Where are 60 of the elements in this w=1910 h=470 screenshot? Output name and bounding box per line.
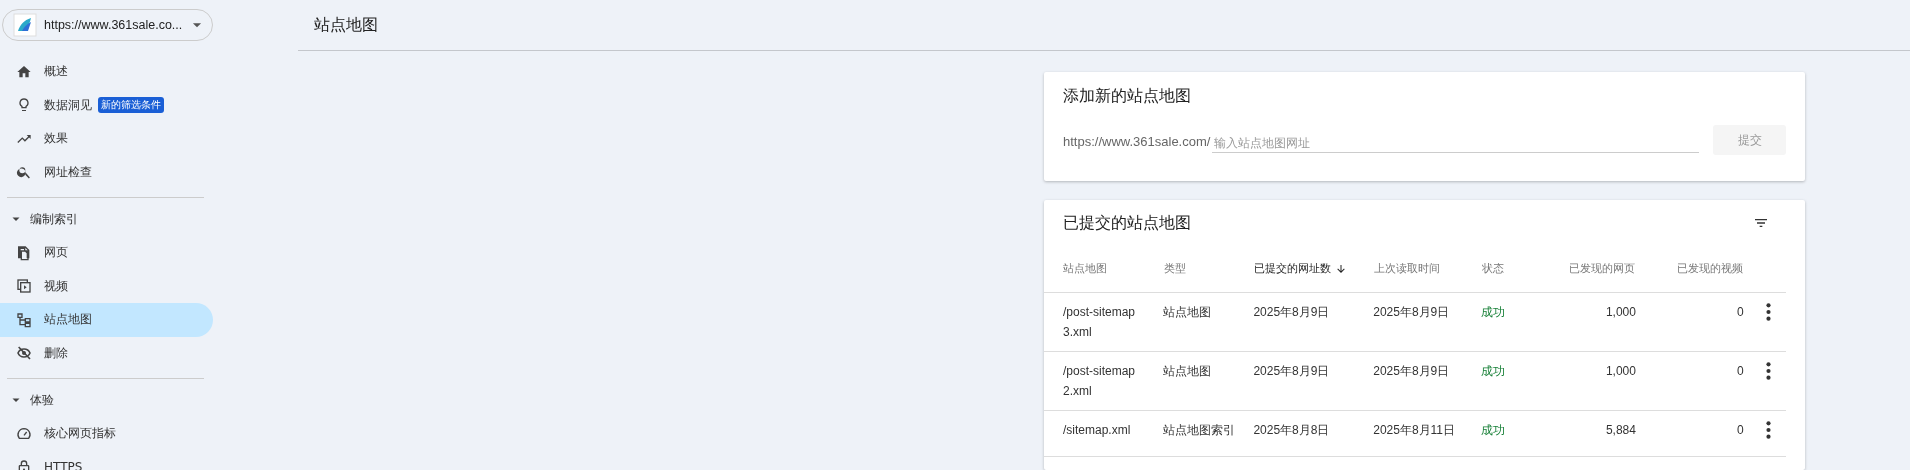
more-vert-icon [1765, 362, 1771, 380]
nav-section-header[interactable]: 编制索引 [0, 202, 213, 236]
url-prefix: https://www.361sale.com/ [1063, 134, 1211, 151]
sitemap-link[interactable]: /post-sitemap2.xml [1044, 351, 1163, 411]
nav-item[interactable]: 视频 [0, 269, 213, 303]
logo-icon [13, 13, 37, 37]
sitemap-icon [16, 311, 32, 328]
new-badge: 新的筛选条件 [98, 97, 164, 114]
table-cell: 成功 [1480, 292, 1544, 352]
nav-item[interactable]: 效果 [0, 122, 213, 156]
nav-item[interactable]: 站点地图 [0, 303, 213, 337]
table-cell: 2025年8月11日 [1373, 410, 1481, 457]
table-cell: 站点地图 [1162, 351, 1254, 411]
lightbulb-icon [16, 97, 32, 114]
table-cell: 1,000 [1543, 351, 1636, 411]
nav-item[interactable]: 网页 [0, 236, 213, 270]
table-cell: 站点地图 [1162, 292, 1254, 352]
column-header[interactable]: 已提交的网址数 [1253, 244, 1374, 293]
table-cell: 0 [1635, 410, 1744, 457]
search-icon [16, 164, 32, 181]
video-icon [16, 278, 32, 295]
table-cell: 2025年8月9日 [1373, 351, 1481, 411]
column-header[interactable]: 上次读取时间 [1373, 244, 1481, 293]
eye-off-icon [16, 345, 32, 362]
table-cell: 0 [1635, 292, 1744, 352]
more-vert-icon [1765, 421, 1771, 439]
nav-section-header[interactable]: 体验 [0, 383, 213, 417]
nav-item[interactable]: 删除 [0, 336, 213, 370]
table-cell: 成功 [1480, 410, 1544, 457]
nav-item[interactable]: 核心网页指标 [0, 417, 213, 451]
table-cell: 站点地图索引 [1162, 410, 1254, 457]
table-cell: 成功 [1480, 351, 1544, 411]
more-button[interactable] [1765, 303, 1771, 321]
more-button[interactable] [1765, 421, 1771, 439]
pages-icon [16, 244, 32, 261]
column-header[interactable]: 站点地图 [1044, 244, 1163, 293]
table-cell: 2025年8月8日 [1253, 410, 1374, 457]
table-cell: 2025年8月9日 [1253, 351, 1374, 411]
gauge-icon [16, 425, 32, 442]
page-title: 站点地图 [314, 14, 378, 36]
more-button[interactable] [1765, 362, 1771, 380]
column-header[interactable]: 已发现的网页 [1543, 244, 1636, 293]
sitemap-url-field[interactable]: 输入站点地图网址 [1212, 134, 1699, 153]
sitemap-link[interactable]: /post-sitemap3.xml [1044, 292, 1163, 352]
sitemap-link[interactable]: /sitemap.xml [1044, 410, 1163, 457]
card-title: 已提交的站点地图 [1063, 212, 1191, 234]
table-cell: 5,884 [1543, 410, 1636, 457]
table-cell: 2025年8月9日 [1253, 292, 1374, 352]
table-cell: 2025年8月9日 [1373, 292, 1481, 352]
nav-item[interactable]: 数据洞见 新的筛选条件 [0, 88, 213, 122]
nav-item[interactable]: 网址检查 [0, 155, 213, 189]
column-header[interactable]: 类型 [1162, 244, 1254, 293]
column-header[interactable]: 状态 [1480, 244, 1544, 293]
table-cell: 0 [1635, 351, 1744, 411]
column-header[interactable]: 已发现的视频 [1635, 244, 1744, 293]
more-vert-icon [1765, 303, 1771, 321]
nav-item[interactable]: 概述 [0, 55, 213, 89]
table-cell: 1,000 [1543, 292, 1636, 352]
home-icon [16, 63, 32, 80]
card-title: 添加新的站点地图 [1063, 86, 1192, 107]
